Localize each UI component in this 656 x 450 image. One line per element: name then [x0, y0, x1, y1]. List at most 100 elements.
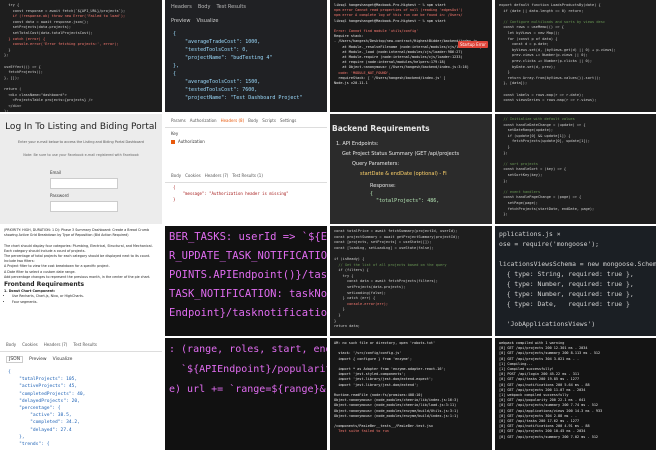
tab-headers[interactable]: Headers (8): [221, 118, 245, 123]
code-listing: // Initialize with default values const …: [495, 114, 656, 221]
tile-code-editor-2: export default function LoadsProductsBy(…: [495, 0, 656, 112]
task-description: (PRIORITY: HIGH, DURATION: 1 D): Phase 3…: [4, 228, 158, 280]
tab-test-results[interactable]: Test Results: [73, 342, 97, 347]
text-line: Node.js v20.11.1: [334, 81, 368, 86]
frontend-heading: Frontend Requirements: [4, 281, 85, 289]
text-line: [499, 309, 652, 319]
response-json: { "message": "Authorization header is mi…: [165, 183, 327, 205]
text-line: : (range, roles, start, end) => {: [169, 344, 327, 355]
tab-test-results[interactable]: Test Results: [216, 4, 246, 10]
tile-task-doc: (PRIORITY: HIGH, DURATION: 1 D): Phase 3…: [0, 226, 162, 336]
text-line: POINTS.APIEndpoint()}/task/${task: [169, 269, 327, 281]
text-line: "totalProjects": 486,: [370, 198, 440, 204]
tile-code-zoom-1: BER_TASKS: userId => `${ENDPOINTS R_UPDAT…: [165, 226, 327, 336]
code-listing: pplications.js × ose = require('mongoose'…: [495, 226, 656, 332]
terminal-output: webpack compiled with 1 warning [0] GET /…: [495, 338, 656, 443]
text-line: };: [499, 212, 508, 217]
login-note: Note: Be sure to use your Facebook e-mai…: [23, 153, 139, 157]
text-line: {: [370, 191, 374, 197]
text-line: "completedProjects": 40,: [8, 391, 86, 397]
tab-resp-headers[interactable]: Headers (7): [205, 173, 229, 178]
text-line: "delayedProjects": 20,: [8, 398, 80, 404]
format-select[interactable]: JSON: [6, 356, 24, 363]
text-line: );: [4, 109, 9, 112]
text-line: },: [173, 63, 180, 69]
tile-code-editor-3: // Initialize with default values const …: [495, 114, 656, 224]
code-listing: try { const response = await fetch(`${AP…: [0, 0, 162, 112]
list-item: Four segments.: [12, 300, 158, 305]
text-line: {: [8, 370, 11, 375]
text-line: {: [173, 71, 177, 77]
text-line: "totalProjects": 105,: [8, 377, 78, 383]
tile-code-editor-4: const totalPrice = await fetchSummary(pr…: [330, 226, 492, 336]
text-line: "testedToolsCost": 7600,: [173, 87, 258, 93]
query-params-label: Query Parameters:: [352, 161, 400, 167]
code-listing: const totalPrice = await fetchSummary(pr…: [330, 226, 492, 333]
text-line: "testedToolsCost": 0,: [173, 47, 249, 53]
api-endpoints-label: 1. API Endpoints:: [336, 141, 379, 147]
login-title: Log In To Listing and Biding Portal: [5, 122, 157, 132]
text-line: "delayed": 27.4: [8, 427, 72, 433]
tile-api-response-2: Body Cookies Headers (7) Test Results JS…: [0, 338, 162, 450]
code-listing: export default function LoadsProductsBy(…: [495, 0, 656, 107]
text-line: "trends": {: [8, 442, 50, 448]
email-field[interactable]: [50, 178, 118, 189]
visualize-button[interactable]: Visualize: [53, 357, 73, 362]
tile-api-client: Params Authorization Headers (8) Body Sc…: [165, 114, 327, 224]
response-json: { "totalProjects": 486,: [330, 189, 492, 207]
tab-resp-body[interactable]: Body: [171, 173, 181, 178]
text-line: "averageTradeCost": 1000,: [173, 39, 261, 45]
tab-params[interactable]: Params: [171, 118, 186, 123]
response-json: { "averageTradeCost": 1000, "testedTools…: [165, 28, 327, 104]
text-line: [499, 249, 652, 259]
tile-api-response-1: Headers Body Test Results Preview Visual…: [165, 0, 327, 112]
tab-body[interactable]: Body: [248, 118, 258, 123]
checkbox-icon[interactable]: [171, 139, 175, 144]
tile-mongoose-schema: pplications.js × ose = require('mongoose'…: [495, 226, 656, 336]
tile-terminal-tests: webpack compiled with 1 warning [0] GET /…: [495, 338, 656, 450]
text-line: ose = require('mongoose');: [499, 240, 600, 248]
text-line: { type: Date, required: true }: [499, 300, 630, 308]
text-line: TASK_NOTIFICATION: taskNotificatio: [169, 288, 327, 300]
preview-button[interactable]: Preview: [29, 357, 47, 362]
tab-authorization[interactable]: Authorization: [190, 118, 217, 123]
preview-button[interactable]: Preview: [171, 18, 190, 24]
tab-cookies[interactable]: Cookies: [22, 342, 38, 347]
text-line: licationsViewsSchema = new mongoose.Sche…: [499, 260, 656, 268]
text-line: "activeProjects": 45,: [8, 384, 78, 390]
login-subtitle: Enter your e-mail below to access the Li…: [18, 140, 144, 144]
text-line: R_UPDATE_TASK_NOTIFICATION: taskI: [169, 250, 327, 262]
text-line: 'JobApplicationsViews'): [499, 320, 596, 328]
text-line: const viewsSeries = rows.map(r => r.view…: [499, 98, 597, 103]
text-line: { type: Number, required: true },: [499, 280, 634, 288]
tab-headers[interactable]: Headers (7): [44, 342, 68, 347]
password-field[interactable]: [50, 201, 118, 212]
text-line: "percentage": {: [8, 406, 61, 412]
tab-scripts[interactable]: Scripts: [262, 118, 276, 123]
header-authorization[interactable]: Authorization: [178, 139, 205, 144]
tab-body[interactable]: Body: [6, 342, 16, 347]
tab-resp-cookies[interactable]: Cookies: [185, 173, 201, 178]
tile-code-zoom-2: : (range, roles, start, end) => { `${API…: [165, 338, 327, 450]
tile-terminal-error: libsql hangeshanget@Macbook-Pro-Highest …: [330, 0, 492, 112]
date-params: startDate & endDate (optional) - Fi: [360, 171, 447, 177]
visualize-button[interactable]: Visualize: [196, 18, 218, 24]
tab-body[interactable]: Body: [198, 4, 211, 10]
doc-heading: Backend Requirements: [332, 124, 430, 133]
text-line: pplications.js ×: [499, 230, 561, 238]
tab-resp-tests[interactable]: Test Results (1): [232, 173, 263, 178]
get-endpoint: Get Project Status Summary (GET /api/pro…: [342, 151, 460, 157]
tile-code-editor-1: try { const response = await fetch(`${AP…: [0, 0, 162, 112]
text-line: "projectName": "budTesting 4": [173, 55, 273, 61]
text-line: }: [173, 197, 176, 202]
tile-requirements-doc: Backend Requirements 1. API Endpoints: G…: [330, 114, 492, 224]
response-label: Response:: [370, 183, 396, 189]
error-badge: Startup Error: [458, 41, 488, 48]
code-listing: BER_TASKS: userId => `${ENDPOINTS R_UPDAT…: [165, 226, 327, 325]
text-line: [0] GET /api/projects/summary 200 7.02 m…: [499, 434, 599, 439]
text-line: Add percentage changes to represent the …: [4, 274, 151, 279]
text-line: at Object.<anonymous> (/Users/hangesh/ba…: [334, 65, 469, 70]
tab-settings[interactable]: Settings: [280, 118, 296, 123]
tab-headers[interactable]: Headers: [171, 4, 192, 10]
response-json: { "totalProjects": 105, "activeProjects"…: [0, 367, 162, 450]
